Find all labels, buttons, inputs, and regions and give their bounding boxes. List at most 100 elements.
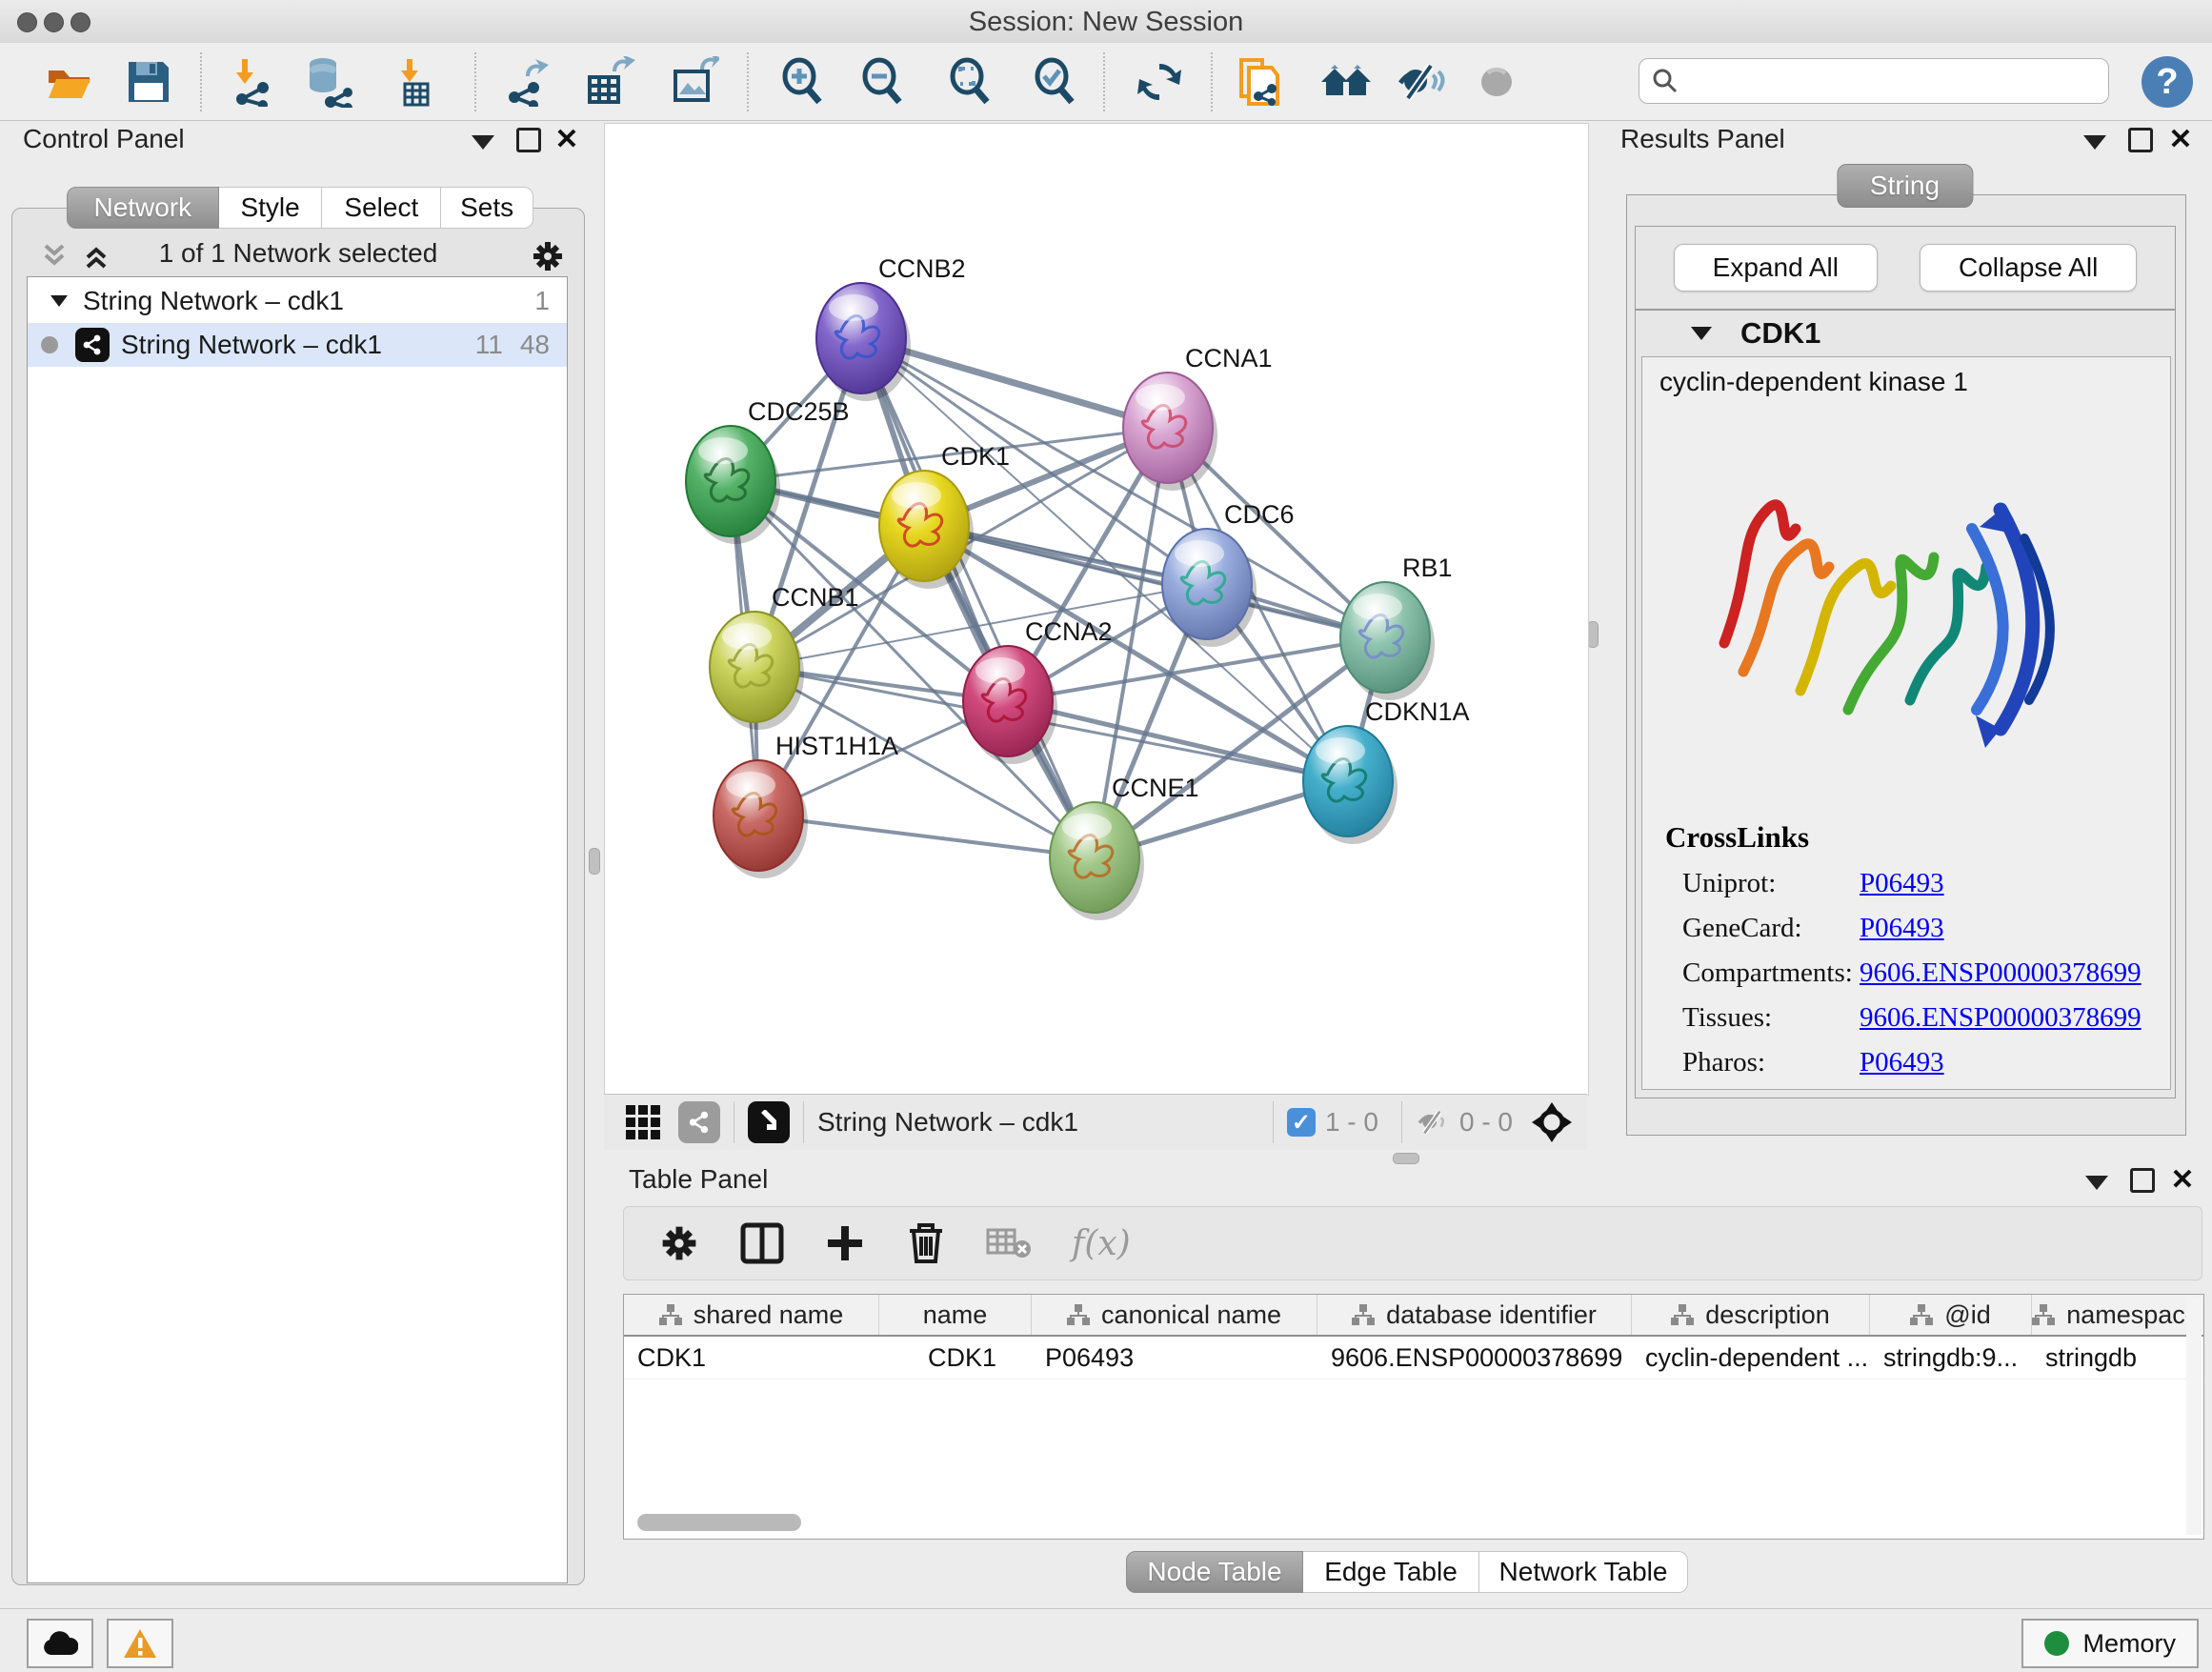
- collection-expand-icon[interactable]: [49, 291, 70, 312]
- crosslink-tissues-link[interactable]: 9606.ENSP00000378699: [1860, 1002, 2142, 1034]
- control-panel-float-icon[interactable]: [513, 124, 545, 156]
- zoom-fit-icon[interactable]: [943, 54, 998, 110]
- bottom-splitter-handle[interactable]: [1393, 1153, 1419, 1164]
- edge-HIST1H1A-CCNE1[interactable]: [758, 816, 1095, 857]
- column-header-canonical-name[interactable]: canonical name: [1032, 1295, 1317, 1335]
- save-session-icon[interactable]: [121, 54, 176, 110]
- node-RB1[interactable]: RB1: [1340, 554, 1453, 700]
- results-panel-menu-icon[interactable]: [2079, 126, 2111, 158]
- edge-CCNB2-CCNE1[interactable]: [861, 338, 1095, 857]
- crosslink-compartments-link[interactable]: 9606.ENSP00000378699: [1860, 957, 2142, 989]
- add-column-icon[interactable]: [824, 1222, 866, 1264]
- column-header-name[interactable]: name: [879, 1295, 1032, 1335]
- crosslink-label: Uniprot:: [1682, 868, 1860, 899]
- tab-style[interactable]: Style: [219, 187, 323, 229]
- zoom-in-icon[interactable]: [775, 54, 831, 110]
- node-label-CDC25B: CDC25B: [748, 397, 850, 426]
- split-columns-icon[interactable]: [740, 1222, 784, 1264]
- hide-selected-icon[interactable]: [1393, 54, 1448, 110]
- search-input[interactable]: [1689, 66, 2097, 97]
- expand-all-chevron-icon[interactable]: [80, 240, 112, 272]
- results-panel-close-icon[interactable]: ✕: [2164, 124, 2197, 156]
- network-options-gear-icon[interactable]: [530, 238, 566, 274]
- edge-CCNA2-CDKN1A[interactable]: [1008, 701, 1348, 781]
- column-header-description[interactable]: description: [1632, 1295, 1870, 1335]
- node-CCNE1[interactable]: CCNE1: [1050, 774, 1199, 920]
- gene-section-header[interactable]: CDK1: [1636, 311, 2175, 356]
- tab-edge-table[interactable]: Edge Table: [1303, 1551, 1479, 1593]
- edge-CDK1-RB1[interactable]: [924, 526, 1385, 637]
- network-row[interactable]: String Network – cdk1 11 48: [28, 323, 567, 367]
- horizontal-scrollbar[interactable]: [637, 1514, 801, 1531]
- table-panel-close-icon[interactable]: ✕: [2166, 1164, 2199, 1197]
- crosslink-pharos-link[interactable]: P06493: [1860, 1047, 1944, 1078]
- import-network-icon[interactable]: [224, 54, 279, 110]
- left-splitter-handle[interactable]: [589, 848, 600, 875]
- clone-network-icon[interactable]: [1232, 54, 1287, 110]
- collection-row[interactable]: String Network – cdk1 1: [28, 279, 567, 323]
- cloud-button[interactable]: [27, 1619, 93, 1668]
- control-panel-menu-icon[interactable]: [467, 126, 499, 158]
- network-list: String Network – cdk1 1 String Network –…: [27, 276, 568, 1583]
- memory-label: Memory: [2082, 1629, 2176, 1659]
- column-header-shared-name[interactable]: shared name: [624, 1295, 879, 1335]
- memory-button[interactable]: Memory: [2021, 1619, 2199, 1668]
- node-table-header: shared name name canonical name database…: [624, 1295, 2203, 1337]
- collapse-all-button[interactable]: Collapse All: [1920, 244, 2137, 292]
- table-panel-float-icon[interactable]: [2126, 1164, 2159, 1197]
- column-header-id[interactable]: @id: [1870, 1295, 2032, 1335]
- export-network-icon[interactable]: [498, 54, 553, 110]
- tab-select[interactable]: Select: [322, 187, 441, 229]
- crosslink-genecard-link[interactable]: P06493: [1860, 913, 1944, 944]
- table-panel-menu-icon[interactable]: [2081, 1166, 2113, 1199]
- column-network-icon: [1910, 1304, 1933, 1325]
- import-network-database-icon[interactable]: [300, 54, 355, 110]
- navigator-icon[interactable]: [1532, 1102, 1572, 1142]
- tab-network-table[interactable]: Network Table: [1479, 1551, 1688, 1593]
- tab-network[interactable]: Network: [67, 187, 219, 229]
- crosslink-uniprot-link[interactable]: P06493: [1860, 868, 1944, 899]
- import-table-icon[interactable]: [389, 54, 444, 110]
- node-CDKN1A[interactable]: CDKN1A: [1303, 697, 1470, 844]
- grid-view-icon[interactable]: [625, 1104, 661, 1140]
- vertical-scrollbar[interactable]: [2186, 1297, 2202, 1535]
- table-row[interactable]: CDK1 CDK1 P06493 9606.ENSP00000378699 cy…: [624, 1337, 2203, 1380]
- open-view-icon[interactable]: [748, 1101, 790, 1143]
- table-toolbar: f(x): [623, 1206, 2202, 1280]
- delete-column-icon[interactable]: [906, 1221, 946, 1265]
- column-header-namespace[interactable]: namespace: [2032, 1295, 2200, 1335]
- node-CCNB2[interactable]: CCNB2: [816, 254, 966, 401]
- table-settings-gear-icon[interactable]: [658, 1222, 700, 1264]
- node-CCNB1[interactable]: CCNB1: [710, 583, 859, 730]
- results-panel-float-icon[interactable]: [2124, 124, 2157, 156]
- string-view-icon[interactable]: [678, 1101, 720, 1143]
- tab-node-table[interactable]: Node Table: [1126, 1551, 1303, 1593]
- export-image-icon[interactable]: [666, 54, 721, 110]
- gene-collapse-icon[interactable]: [1689, 321, 1714, 346]
- string-network-badge-icon: [75, 328, 110, 362]
- results-tab-string[interactable]: String: [1837, 164, 1973, 208]
- refresh-view-icon[interactable]: [1132, 54, 1187, 110]
- open-session-icon[interactable]: [41, 54, 96, 110]
- window-title: Session: New Session: [0, 7, 2212, 38]
- zoom-selected-icon[interactable]: [1028, 54, 1083, 110]
- zoom-out-icon[interactable]: [855, 54, 911, 110]
- export-table-icon[interactable]: [582, 54, 637, 110]
- column-header-database-identifier[interactable]: database identifier: [1317, 1295, 1632, 1335]
- tab-sets[interactable]: Sets: [441, 187, 533, 229]
- toolbar-search[interactable]: [1639, 58, 2109, 104]
- node-CCNA1[interactable]: CCNA1: [1123, 344, 1273, 491]
- function-builder-button[interactable]: f(x): [1072, 1224, 1131, 1263]
- node-HIST1H1A[interactable]: HIST1H1A: [714, 732, 898, 878]
- help-button[interactable]: ?: [2142, 56, 2193, 108]
- show-all-icon[interactable]: [1469, 54, 1524, 110]
- delete-table-icon[interactable]: [986, 1226, 1032, 1260]
- houses-icon[interactable]: [1318, 54, 1374, 110]
- expand-all-button[interactable]: Expand All: [1674, 244, 1878, 292]
- collapse-all-chevron-icon[interactable]: [38, 240, 70, 272]
- window-titlebar: Session: New Session: [0, 0, 2212, 44]
- control-panel-close-icon[interactable]: ✕: [551, 124, 583, 156]
- warning-button[interactable]: [107, 1619, 173, 1668]
- selected-nodes-checkbox[interactable]: ✓: [1287, 1108, 1316, 1137]
- network-canvas[interactable]: CCNB2CCNA1CDC25BCDK1CDC6RB1CCNB1CCNA2CDK…: [604, 123, 1589, 1096]
